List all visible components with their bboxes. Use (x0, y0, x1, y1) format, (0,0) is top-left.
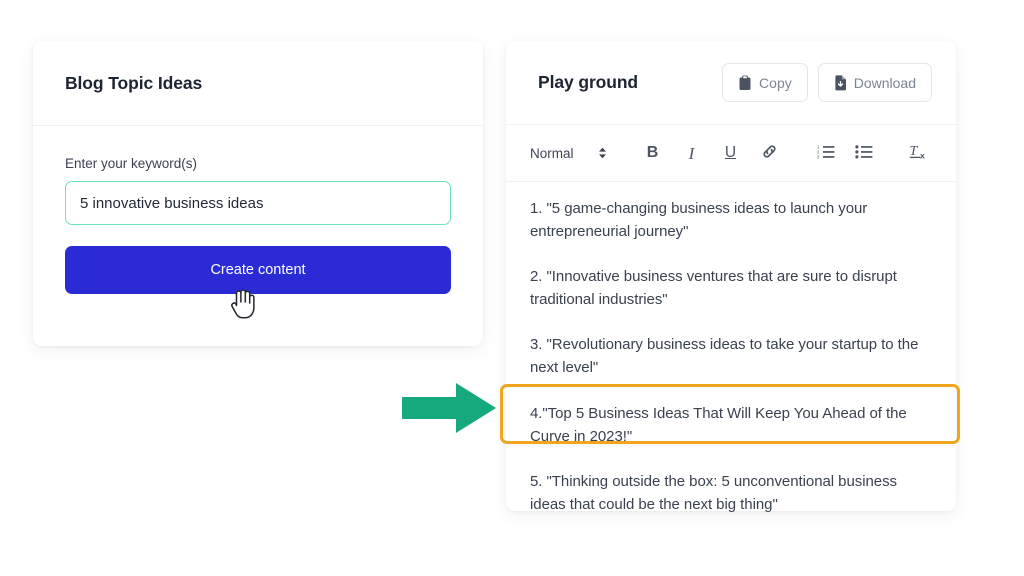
editor-item-2: 2. "Innovative business ventures that ar… (530, 268, 897, 309)
copy-button-label: Copy (759, 74, 792, 91)
editor-item-5: 5. "Thinking outside the box: 5 unconven… (530, 472, 897, 513)
card-header: Blog Topic Ideas (33, 41, 483, 126)
download-button-label: Download (853, 74, 916, 91)
clipboard-icon (738, 75, 752, 91)
editor-item-4-highlighted: 4."Top 5 Business Ideas That Will Keep Y… (530, 404, 907, 445)
ordered-list-icon: 1 2 3 (817, 144, 835, 163)
playground-header: Play ground Copy Download (506, 41, 956, 125)
updown-chevron-icon (598, 147, 607, 159)
clear-format-button[interactable]: T x (905, 139, 933, 167)
clear-format-icon: T x (909, 142, 929, 164)
keyword-form: Enter your keyword(s) Create content (33, 126, 483, 294)
bold-button[interactable]: B (639, 139, 667, 167)
svg-text:x: x (920, 151, 925, 160)
right-arrow-icon (402, 383, 496, 433)
italic-icon: I (688, 143, 695, 163)
playground-title: Play ground (538, 72, 639, 92)
editor-item-3: 3. "Revolutionary business ideas to take… (530, 336, 919, 377)
format-select[interactable]: Normal (530, 146, 607, 161)
create-content-button[interactable]: Create content (65, 246, 451, 294)
keyword-input[interactable] (65, 181, 451, 225)
link-button[interactable] (756, 139, 784, 167)
bullet-list-icon (854, 144, 873, 163)
blog-topic-ideas-card: Blog Topic Ideas Enter your keyword(s) C… (33, 41, 483, 346)
copy-button[interactable]: Copy (722, 63, 808, 102)
underline-button[interactable]: U (717, 139, 745, 167)
file-download-icon (834, 74, 847, 91)
editor-item-1: 1. "5 game-changing business ideas to la… (530, 200, 868, 241)
italic-button[interactable]: I (678, 139, 706, 167)
list-format-group: 1 2 3 (812, 139, 878, 167)
clear-format-group: T x (905, 139, 933, 167)
keyword-input-label: Enter your keyword(s) (65, 156, 198, 171)
bold-icon: B (646, 144, 659, 161)
editor-toolbar: Normal B I U 1 2 3 T x (506, 125, 956, 182)
editor-content[interactable]: 1. "5 game-changing business ideas to la… (506, 182, 956, 516)
link-icon (761, 143, 778, 164)
text-format-group: B I U (639, 139, 784, 167)
format-select-label: Normal (530, 145, 574, 161)
underline-icon: U (724, 144, 737, 162)
svg-text:3: 3 (817, 154, 820, 158)
download-button[interactable]: Download (817, 63, 932, 102)
page-title: Blog Topic Ideas (65, 72, 203, 93)
playground-panel: Play ground Copy Download Normal B I U 1… (506, 41, 956, 513)
ordered-list-button[interactable]: 1 2 3 (812, 139, 840, 167)
bullet-list-button[interactable] (850, 139, 878, 167)
